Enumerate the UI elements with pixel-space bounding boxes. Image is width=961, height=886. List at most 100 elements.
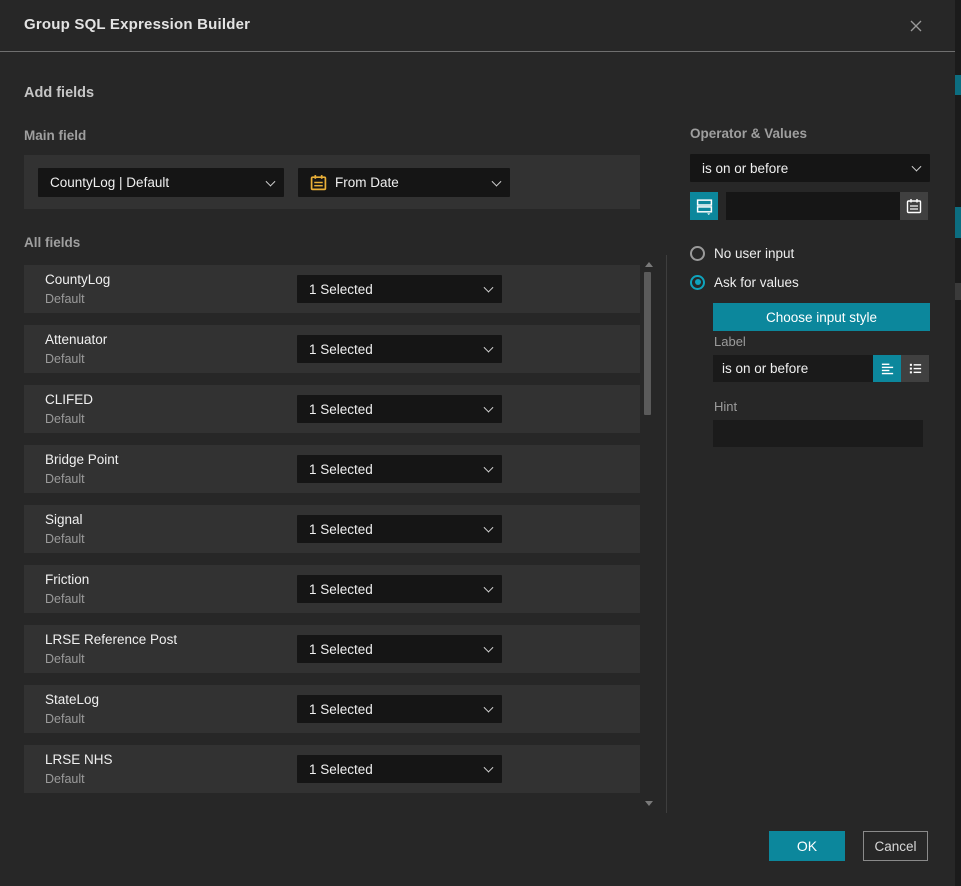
single-line-style-button[interactable]: [873, 355, 901, 382]
calendar-icon: [906, 198, 922, 214]
radio-icon: [690, 246, 705, 261]
field-name: CountyLog: [45, 272, 110, 287]
dialog-titlebar: Group SQL Expression Builder: [0, 0, 955, 52]
chevron-down-icon: [484, 703, 494, 713]
background-gray-block: [955, 283, 961, 300]
chevron-down-icon: [484, 343, 494, 353]
field-sublabel: Default: [45, 532, 85, 546]
field-row: Bridge Point Default 1 Selected: [24, 445, 640, 493]
panel-divider: [666, 255, 667, 813]
operator-values-heading: Operator & Values: [690, 126, 807, 141]
group-sql-expression-builder-dialog: Group SQL Expression Builder Add fields …: [0, 0, 961, 886]
date-picker-button[interactable]: [900, 192, 928, 220]
field-selected-value: 1 Selected: [309, 702, 373, 717]
field-row: Attenuator Default 1 Selected: [24, 325, 640, 373]
stacked-values-button[interactable]: [690, 192, 718, 220]
dialog-title: Group SQL Expression Builder: [24, 16, 250, 33]
list-style-button[interactable]: [901, 355, 929, 382]
main-field-field-select[interactable]: From Date: [298, 168, 510, 197]
scrollbar-up-arrow-icon[interactable]: [645, 262, 653, 267]
field-selected-value: 1 Selected: [309, 522, 373, 537]
field-sublabel: Default: [45, 352, 85, 366]
radio-icon: [690, 275, 705, 290]
field-name: Bridge Point: [45, 452, 119, 467]
main-field-container: CountyLog | Default From Date: [24, 155, 640, 209]
field-name: CLIFED: [45, 392, 93, 407]
label-caption: Label: [714, 334, 746, 349]
field-selected-dropdown[interactable]: 1 Selected: [297, 275, 502, 303]
field-name: StateLog: [45, 692, 99, 707]
field-selected-dropdown[interactable]: 1 Selected: [297, 755, 502, 783]
date-value-input[interactable]: [726, 192, 900, 220]
radio-ask-for-values[interactable]: Ask for values: [690, 273, 799, 291]
field-sublabel: Default: [45, 712, 85, 726]
operator-select[interactable]: is on or before: [690, 154, 930, 182]
chevron-down-icon: [912, 162, 922, 172]
chevron-down-icon: [484, 763, 494, 773]
field-selected-dropdown[interactable]: 1 Selected: [297, 515, 502, 543]
field-selected-value: 1 Selected: [309, 642, 373, 657]
bullet-list-icon: [908, 361, 923, 376]
field-selected-dropdown[interactable]: 1 Selected: [297, 575, 502, 603]
field-name: Friction: [45, 572, 89, 587]
field-name: LRSE NHS: [45, 752, 113, 767]
main-field-label: Main field: [24, 128, 86, 143]
field-selected-value: 1 Selected: [309, 582, 373, 597]
all-fields-list: CountyLog Default 1 Selected Attenuator …: [24, 265, 640, 805]
radio-no-user-input-label: No user input: [714, 246, 794, 261]
radio-ask-for-values-label: Ask for values: [714, 275, 799, 290]
label-input[interactable]: [713, 355, 873, 382]
field-row: Friction Default 1 Selected: [24, 565, 640, 613]
scrollbar-thumb[interactable]: [644, 272, 651, 415]
close-button[interactable]: [905, 15, 927, 37]
ok-button[interactable]: OK: [769, 831, 845, 861]
field-row: CLIFED Default 1 Selected: [24, 385, 640, 433]
chevron-down-icon: [484, 283, 494, 293]
main-field-field-select-value: From Date: [335, 175, 399, 190]
field-name: Signal: [45, 512, 83, 527]
main-field-layer-select[interactable]: CountyLog | Default: [38, 168, 284, 197]
cancel-button[interactable]: Cancel: [863, 831, 928, 861]
field-row: CountyLog Default 1 Selected: [24, 265, 640, 313]
scrollbar-down-arrow-icon[interactable]: [645, 801, 653, 806]
field-selected-value: 1 Selected: [309, 762, 373, 777]
field-selected-value: 1 Selected: [309, 282, 373, 297]
field-selected-dropdown[interactable]: 1 Selected: [297, 335, 502, 363]
fields-list-scrollbar[interactable]: [643, 260, 653, 808]
field-selected-value: 1 Selected: [309, 342, 373, 357]
background-accent-block: [955, 75, 961, 95]
field-selected-dropdown[interactable]: 1 Selected: [297, 635, 502, 663]
choose-input-style-button[interactable]: Choose input style: [713, 303, 930, 331]
calendar-icon: [310, 174, 327, 191]
align-left-icon: [880, 361, 895, 376]
chevron-down-icon: [484, 403, 494, 413]
field-row: LRSE NHS Default 1 Selected: [24, 745, 640, 793]
field-row: Signal Default 1 Selected: [24, 505, 640, 553]
operator-select-value: is on or before: [702, 161, 788, 176]
all-fields-label: All fields: [24, 235, 80, 250]
chevron-down-icon: [492, 176, 502, 186]
field-selected-dropdown[interactable]: 1 Selected: [297, 695, 502, 723]
field-row: StateLog Default 1 Selected: [24, 685, 640, 733]
field-sublabel: Default: [45, 472, 85, 486]
field-sublabel: Default: [45, 652, 85, 666]
main-field-layer-select-value: CountyLog | Default: [50, 175, 169, 190]
background-accent-block: [955, 207, 961, 238]
field-sublabel: Default: [45, 772, 85, 786]
field-sublabel: Default: [45, 292, 85, 306]
field-selected-value: 1 Selected: [309, 402, 373, 417]
radio-no-user-input[interactable]: No user input: [690, 244, 794, 262]
hint-input[interactable]: [713, 420, 923, 447]
chevron-down-icon: [484, 643, 494, 653]
chevron-down-icon: [484, 583, 494, 593]
close-icon: [907, 17, 925, 35]
chevron-down-icon: [484, 463, 494, 473]
field-selected-dropdown[interactable]: 1 Selected: [297, 455, 502, 483]
field-sublabel: Default: [45, 412, 85, 426]
field-name: LRSE Reference Post: [45, 632, 177, 647]
hint-caption: Hint: [714, 399, 737, 414]
field-sublabel: Default: [45, 592, 85, 606]
field-selected-dropdown[interactable]: 1 Selected: [297, 395, 502, 423]
background-app-sliver: [955, 0, 961, 886]
field-name: Attenuator: [45, 332, 107, 347]
